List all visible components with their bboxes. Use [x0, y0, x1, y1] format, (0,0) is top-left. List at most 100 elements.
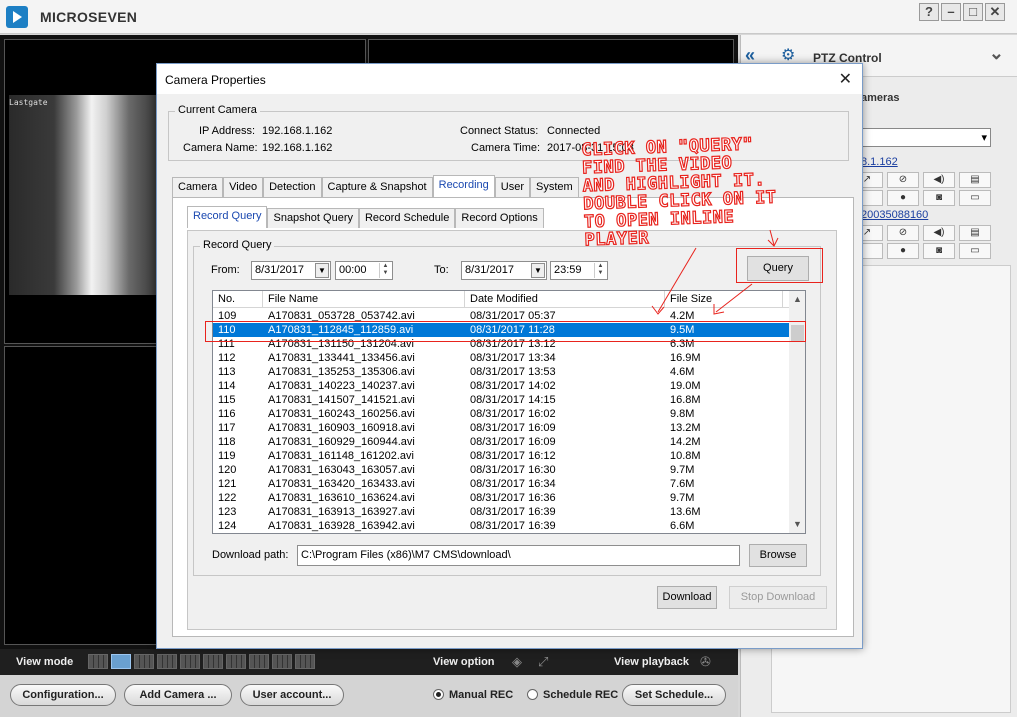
cell-file-size: 9.7M [670, 492, 695, 504]
schedule-rec-radio[interactable] [527, 689, 538, 700]
table-row[interactable]: 122 A170831_163610_163624.avi 08/31/2017 1… [213, 491, 789, 505]
configuration-button[interactable]: Configuration... [10, 684, 116, 706]
camera-select[interactable] [861, 128, 991, 147]
tab-capture-snapshot[interactable]: Capture & Snapshot [321, 177, 433, 197]
spinner-icon[interactable]: ▲ ▼ [379, 263, 391, 278]
column-no[interactable]: No. [213, 291, 263, 308]
user-account-button[interactable]: User account... [240, 684, 344, 706]
stop-download-button[interactable]: Stop Download [729, 586, 827, 609]
fullscreen-icon[interactable]: ▭ [959, 190, 991, 206]
layout-8-icon[interactable] [157, 654, 177, 669]
tab-detection[interactable]: Detection [263, 177, 322, 197]
subtab-record-schedule[interactable]: Record Schedule [358, 208, 456, 228]
table-row[interactable]: 124 A170831_163928_163942.avi 08/31/2017 1… [213, 519, 789, 533]
table-row[interactable]: 119 A170831_161148_161202.avi 08/31/2017 1… [213, 449, 789, 463]
record-icon[interactable]: ● [887, 243, 919, 259]
layout-9-icon[interactable] [180, 654, 200, 669]
cell-date-modified: 08/31/2017 16:39 [470, 506, 556, 518]
from-date-picker[interactable]: 8/31/2017 ▼ [251, 261, 331, 280]
layout-10-icon[interactable] [203, 654, 223, 669]
record-icon[interactable]: ● [887, 190, 919, 206]
dropdown-arrow-icon[interactable]: ▼ [531, 263, 545, 278]
close-app-button[interactable]: ✕ [985, 3, 1005, 21]
table-row[interactable]: 116 A170831_160243_160256.avi 08/31/2017 1… [213, 407, 789, 421]
app-logo-icon [6, 6, 28, 28]
column-file-name[interactable]: File Name [263, 291, 465, 308]
layout-16-icon[interactable] [249, 654, 269, 669]
network-icon[interactable]: ▤ [959, 225, 991, 241]
column-date-modified[interactable]: Date Modified [465, 291, 665, 308]
scroll-down-icon[interactable]: ▼ [789, 516, 805, 533]
column-file-size[interactable]: File Size [665, 291, 783, 308]
download-path-field[interactable]: C:\Program Files (x86)\M7 CMS\download\ [297, 545, 740, 566]
subtab-snapshot-query[interactable]: Snapshot Query [267, 208, 359, 228]
manual-rec-radio[interactable] [433, 689, 444, 700]
cell-date-modified: 08/31/2017 16:30 [470, 464, 556, 476]
browse-button[interactable]: Browse [749, 544, 807, 567]
table-row[interactable]: 123 A170831_163913_163927.avi 08/31/2017 1… [213, 505, 789, 519]
fullscreen-icon[interactable]: ▭ [959, 243, 991, 259]
list-header: No. File Name Date Modified File Size [213, 291, 789, 308]
layout-13-icon[interactable] [226, 654, 246, 669]
dropdown-arrow-icon[interactable]: ▼ [315, 263, 329, 278]
tab-video[interactable]: Video [223, 177, 264, 197]
cell-file-name: A170831_163913_163927.avi [268, 506, 415, 518]
download-button[interactable]: Download [657, 586, 717, 609]
query-highlight-box [736, 248, 823, 283]
layout-36-icon[interactable] [295, 654, 315, 669]
mute-icon[interactable]: ⊘ [887, 225, 919, 241]
spinner-icon[interactable]: ▲ ▼ [594, 263, 606, 278]
camera-link-1[interactable]: 8.1.162 [861, 156, 898, 168]
view-strip: View mode View option ◈ ⤢ View playback … [0, 649, 738, 675]
maximize-button[interactable]: □ [963, 3, 983, 21]
table-row[interactable]: 118 A170831_160929_160944.avi 08/31/2017 1… [213, 435, 789, 449]
table-row[interactable]: 115 A170831_141507_141521.avi 08/31/2017 1… [213, 393, 789, 407]
subtab-record-options[interactable]: Record Options [455, 208, 544, 228]
app-name: MICROSEVEN [40, 9, 138, 25]
table-row[interactable]: 114 A170831_140223_140237.avi 08/31/2017 1… [213, 379, 789, 393]
dialog-title-bar: Camera Properties ✕ [157, 64, 862, 94]
tab-recording[interactable]: Recording [432, 175, 495, 197]
tab-camera[interactable]: Camera [172, 177, 224, 197]
layout-6-icon[interactable] [134, 654, 154, 669]
cell-file-size: 19.0M [670, 380, 701, 392]
table-row[interactable]: 120 A170831_163043_163057.avi 08/31/2017 1… [213, 463, 789, 477]
to-time-field[interactable]: 23:59 ▲ ▼ [550, 261, 608, 280]
close-icon[interactable]: ✕ [839, 69, 852, 89]
camera-feed-image [9, 95, 159, 295]
layout-1-icon[interactable] [88, 654, 108, 669]
snapshot-icon[interactable]: ◙ [923, 243, 955, 259]
layout-4-icon[interactable] [111, 654, 131, 669]
film-reel-icon[interactable]: ✇ [700, 654, 711, 670]
tab-system[interactable]: System [530, 177, 579, 197]
speaker-icon[interactable]: ◀) [923, 172, 955, 188]
cell-date-modified: 08/31/2017 16:39 [470, 520, 556, 532]
cell-file-name: A170831_133441_133456.avi [268, 352, 415, 364]
camera-link-2[interactable]: 20035088160 [861, 209, 928, 221]
mute-icon[interactable]: ⊘ [887, 172, 919, 188]
app-title-bar: MICROSEVEN ? – □ ✕ [0, 0, 1017, 34]
speaker-icon[interactable]: ◀) [923, 225, 955, 241]
network-icon[interactable]: ▤ [959, 172, 991, 188]
cell-date-modified: 08/31/2017 13:34 [470, 352, 556, 364]
scroll-up-icon[interactable]: ▲ [789, 291, 805, 308]
table-row[interactable]: 112 A170831_133441_133456.avi 08/31/2017 1… [213, 351, 789, 365]
set-schedule-button[interactable]: Set Schedule... [622, 684, 726, 706]
chevron-down-icon[interactable]: ⌄ [989, 43, 1004, 64]
help-button[interactable]: ? [919, 3, 939, 21]
cell-file-name: A170831_160929_160944.avi [268, 436, 415, 448]
table-row[interactable]: 117 A170831_160903_160918.avi 08/31/2017 1… [213, 421, 789, 435]
from-time-field[interactable]: 00:00 ▲ ▼ [335, 261, 393, 280]
snapshot-icon[interactable]: ◙ [923, 190, 955, 206]
cell-no: 118 [218, 436, 236, 448]
layout-25-icon[interactable] [272, 654, 292, 669]
table-row[interactable]: 113 A170831_135253_135306.avi 08/31/2017 1… [213, 365, 789, 379]
add-camera-button[interactable]: Add Camera ... [124, 684, 232, 706]
expand-icon[interactable]: ⤢ [538, 654, 548, 670]
cube-icon[interactable]: ◈ [512, 654, 522, 670]
to-date-picker[interactable]: 8/31/2017 ▼ [461, 261, 547, 280]
minimize-button[interactable]: – [941, 3, 961, 21]
tab-user[interactable]: User [494, 177, 530, 197]
subtab-record-query[interactable]: Record Query [187, 206, 268, 228]
table-row[interactable]: 121 A170831_163420_163433.avi 08/31/2017 1… [213, 477, 789, 491]
